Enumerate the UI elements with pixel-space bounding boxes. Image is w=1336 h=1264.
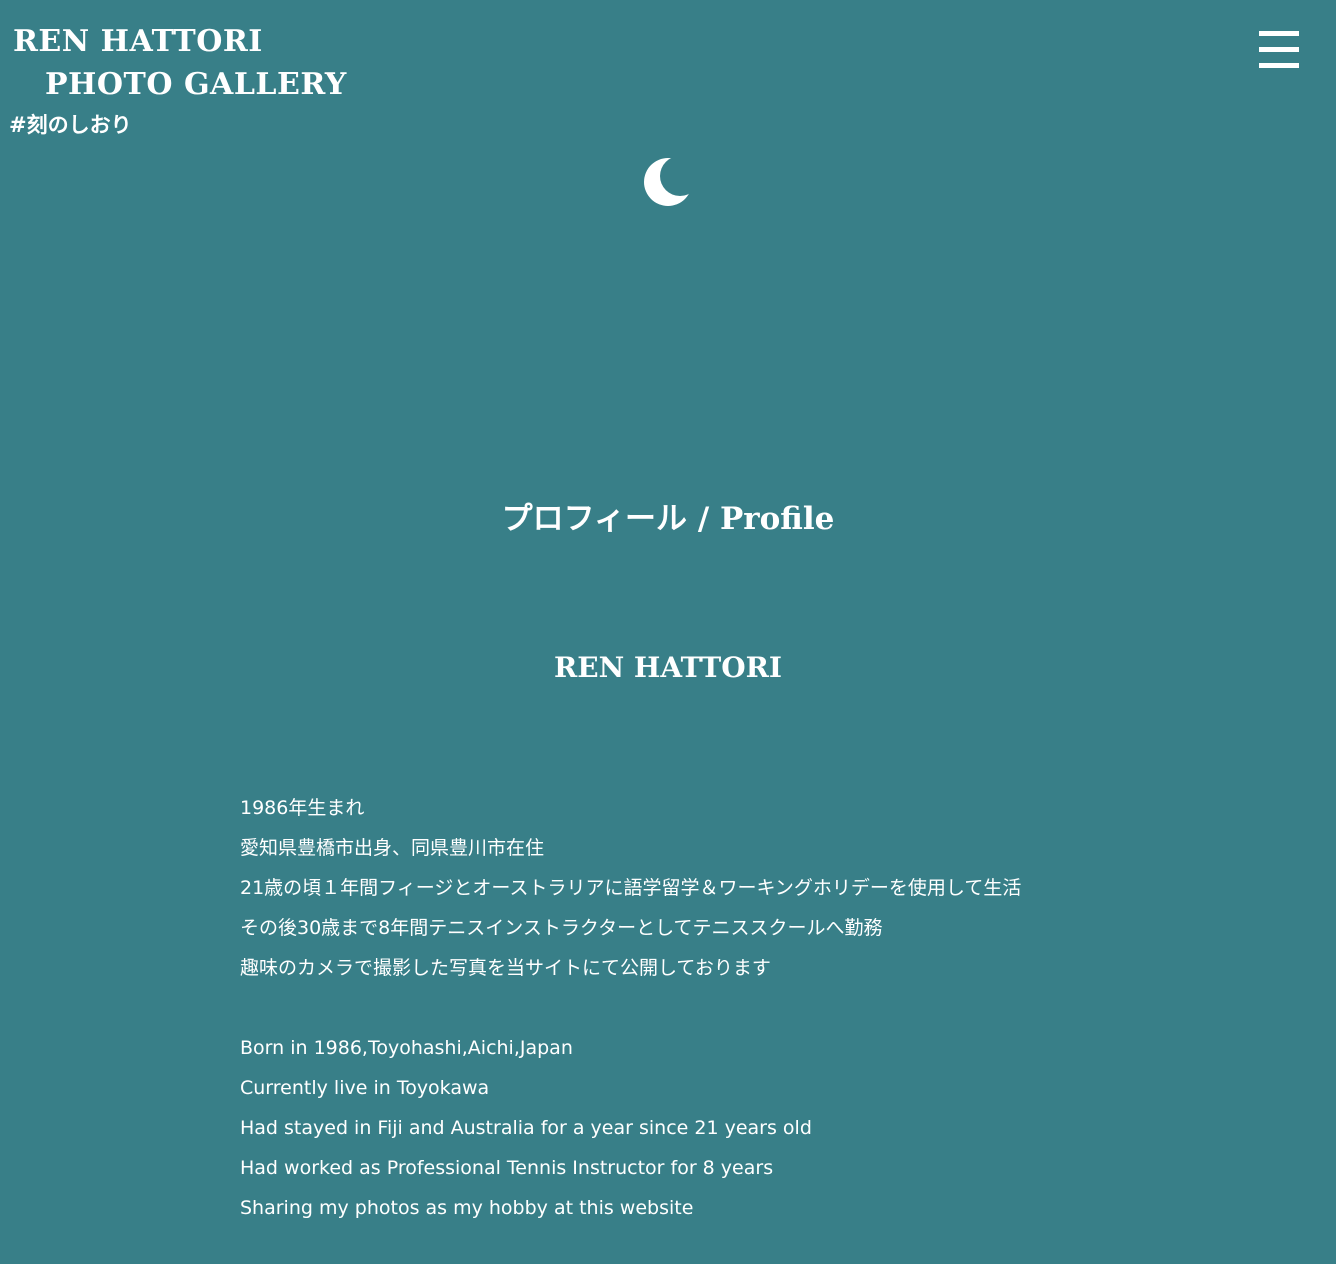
menu-button[interactable]	[1254, 28, 1304, 72]
bio-ja-line: 21歳の頃１年間フィージとオーストラリアに語学留学＆ワーキングホリデーを使用して…	[240, 877, 1022, 899]
hamburger-menu-icon[interactable]	[1254, 28, 1304, 72]
site-title-line2[interactable]: PHOTO GALLERY	[13, 63, 347, 106]
bio-spacer	[240, 988, 1240, 1028]
site-title[interactable]: REN HATTORI PHOTO GALLERY	[13, 20, 347, 106]
bio-en-line: Born in 1986,Toyohashi,Aichi,Japan	[240, 1037, 573, 1059]
site-title-line1[interactable]: REN HATTORI	[13, 20, 347, 63]
profile-name: REN HATTORI	[553, 651, 783, 684]
bio-en-line: Had worked as Professional Tennis Instru…	[240, 1157, 774, 1179]
bio-en-line: Had stayed in Fiji and Australia for a y…	[240, 1117, 812, 1139]
bio-ja-line: 趣味のカメラで撮影した写真を当サイトにて公開しております	[240, 957, 771, 979]
profile-section-title: プロフィール / Profile	[501, 501, 835, 537]
bio-ja-line: 愛知県豊橋市出身、同県豊川市在住	[240, 837, 545, 859]
bio-ja-line: 1986年生まれ	[240, 797, 365, 819]
bio-en-line: Currently live in Toyokawa	[240, 1077, 490, 1099]
crescent-moon-icon	[640, 154, 696, 210]
profile-bio: 1986年生まれ 愛知県豊橋市出身、同県豊川市在住 21歳の頃１年間フィージとオ…	[240, 788, 1240, 1228]
bio-ja-line: その後30歳まで8年間テニスインストラクターとしてテニススクールへ勤務	[240, 917, 883, 939]
bio-en-line: Sharing my photos as my hobby at this we…	[240, 1197, 694, 1219]
site-tagline: #刻のしおり	[9, 113, 132, 137]
